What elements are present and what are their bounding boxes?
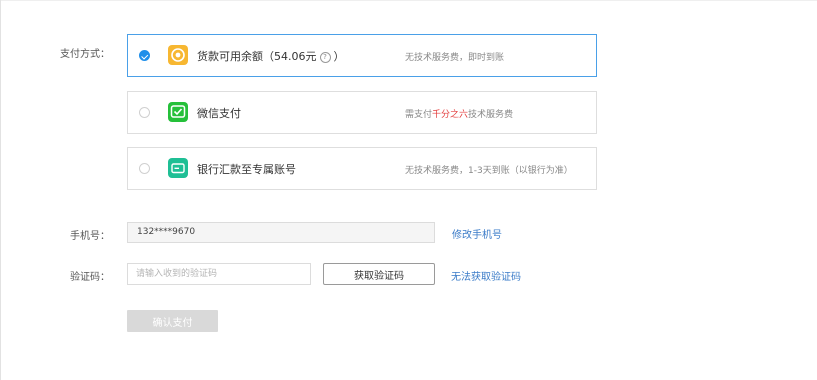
radio-unchecked-icon[interactable] [139,163,150,174]
wechat-option-title: 微信支付 [197,107,241,120]
cannot-get-code-link[interactable]: 无法获取验证码 [451,268,521,283]
payment-option-bank[interactable]: 银行汇款至专属账号 无技术服务费，1-3天到账（以银行为准） [127,147,597,190]
radio-unchecked-icon[interactable] [139,107,150,118]
top-divider [0,0,817,1]
bank-option-note: 无技术服务费，1-3天到账（以银行为准） [405,166,573,176]
phone-display: 132****9670 [127,222,435,243]
bank-option-title: 银行汇款至专属账号 [197,163,296,176]
balance-option-title: 货款可用余额（54.06元?） [197,48,345,64]
wechat-option-note: 需支付千分之六技术服务费 [405,107,513,120]
help-icon[interactable]: ? [319,52,331,63]
left-divider [0,0,1,380]
wechat-note-highlight: 千分之六 [432,110,469,120]
payment-option-wechat[interactable]: 微信支付 需支付千分之六技术服务费 [127,91,597,134]
get-code-button[interactable]: 获取验证码 [323,263,435,285]
balance-title-text: 货款可用余额（54.06元 [197,50,317,63]
wechat-icon [168,102,188,122]
coin-icon [168,45,188,65]
balance-option-note: 无技术服务费，即时到账 [405,53,505,63]
bank-card-icon [168,158,188,178]
wechat-note-prefix: 需支付 [405,110,433,120]
balance-title-suffix: ） [333,50,345,63]
wechat-note-suffix: 技术服务费 [468,110,514,120]
payment-method-label: 支付方式： [60,49,110,60]
confirm-payment-button[interactable]: 确认支付 [127,310,218,332]
verification-code-input[interactable] [127,263,311,285]
payment-option-balance[interactable]: 货款可用余额（54.06元?） 无技术服务费，即时到账 [127,34,597,77]
radio-checked-icon[interactable] [139,50,150,61]
phone-label: 手机号： [70,231,110,242]
verification-code-label: 验证码： [70,272,110,283]
modify-phone-link[interactable]: 修改手机号 [452,226,502,241]
